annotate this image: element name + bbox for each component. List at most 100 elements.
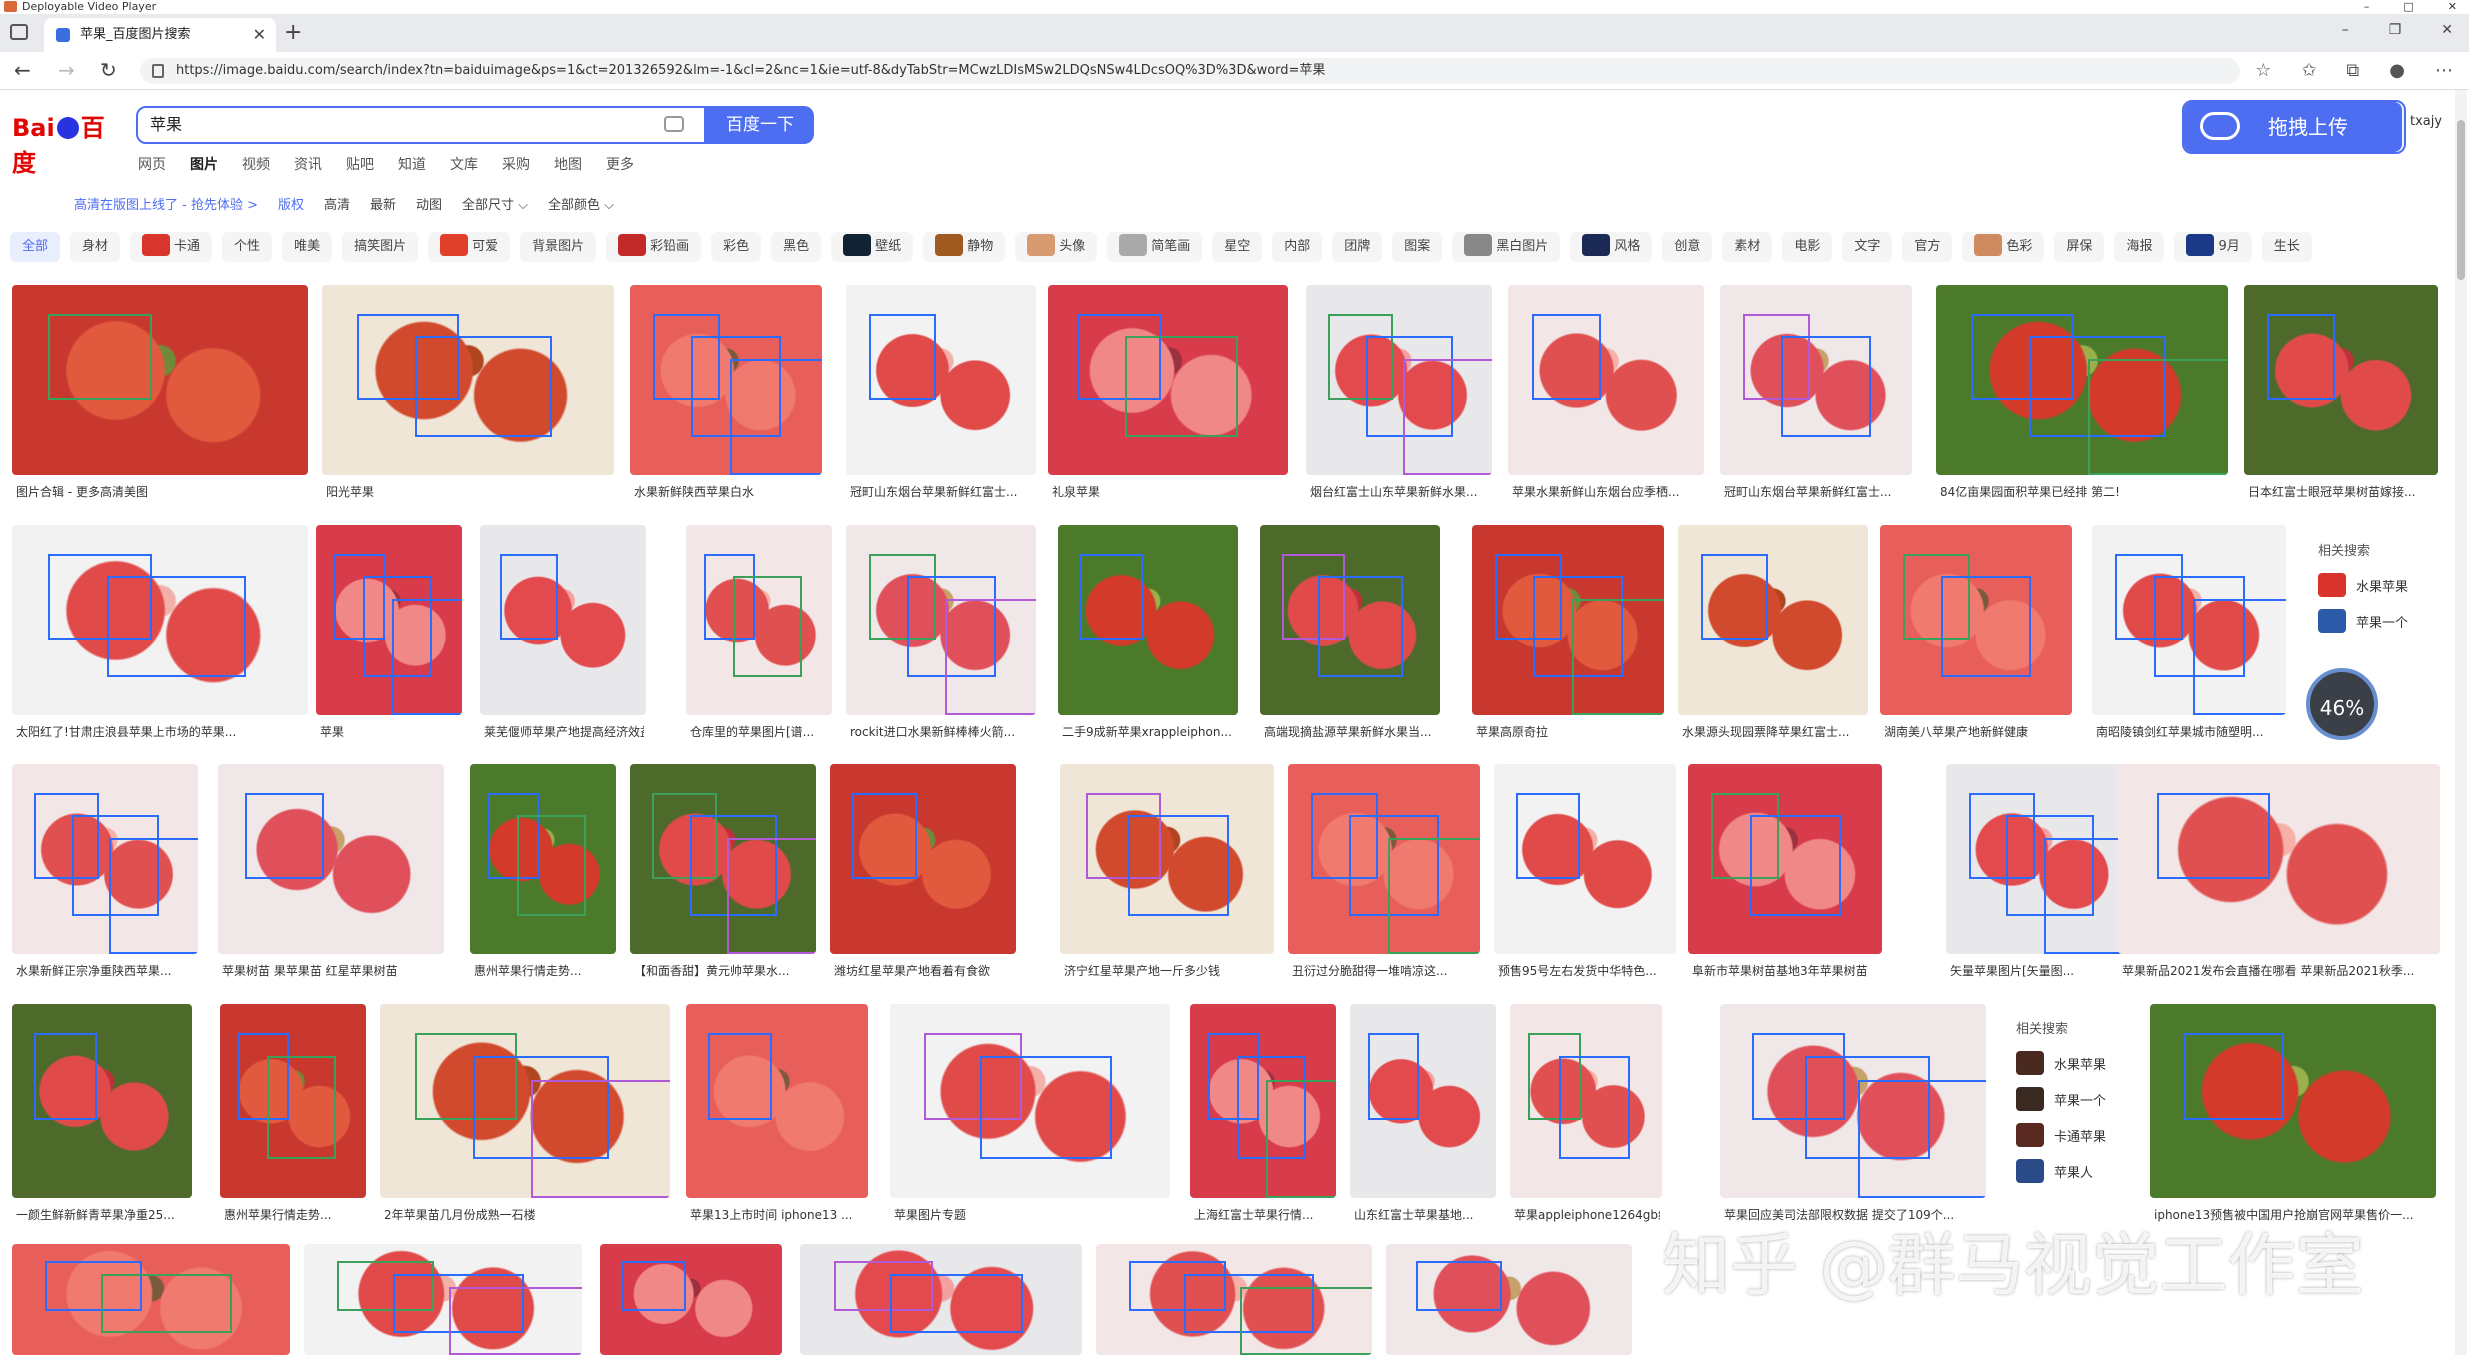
related-item[interactable]: 水果苹果 (2318, 567, 2408, 603)
filter-size[interactable]: 全部尺寸 ⌵ (462, 194, 528, 213)
result-thumbnail[interactable] (12, 525, 308, 715)
result-thumbnail[interactable] (1306, 285, 1492, 475)
tag-item[interactable]: 全部 (10, 232, 61, 262)
result-thumbnail[interactable] (12, 1004, 192, 1198)
result-thumbnail[interactable] (1688, 764, 1882, 954)
filter-color[interactable]: 全部颜色 ⌵ (548, 194, 614, 213)
result-caption[interactable]: 日本红富士眼冠苹果树苗嫁接... (2248, 483, 2436, 500)
result-thumbnail[interactable] (12, 764, 198, 954)
search-input[interactable]: 苹果 (136, 106, 706, 144)
result-thumbnail[interactable] (1096, 1244, 1372, 1355)
result-thumbnail[interactable] (12, 285, 308, 475)
tag-item[interactable]: 背景图片 (520, 232, 597, 262)
result-caption[interactable]: 惠州苹果行情走势... (474, 962, 614, 979)
result-thumbnail[interactable] (686, 525, 832, 715)
tag-item[interactable]: 搞笑图片 (342, 232, 419, 262)
result-thumbnail[interactable] (830, 764, 1016, 954)
nav-video[interactable]: 视频 (242, 154, 270, 174)
result-caption[interactable]: 南昭陵镇剑红苹果城市随塑明... (2096, 723, 2284, 740)
result-thumbnail[interactable] (1720, 1004, 1986, 1198)
favorites-icon[interactable]: ✩ (2301, 60, 2316, 81)
result-thumbnail[interactable] (890, 1004, 1170, 1198)
tag-item[interactable]: 图案 (1392, 232, 1443, 262)
result-caption[interactable]: 苹果新品2021发布会直播在哪看 苹果新品2021秋季... (2122, 962, 2438, 979)
new-tab-icon[interactable]: + (284, 20, 302, 45)
url-field[interactable]: https://image.baidu.com/search/index?tn=… (140, 58, 2240, 84)
related-item[interactable]: 卡通苹果 (2016, 1117, 2106, 1153)
result-caption[interactable]: 湖南美八苹果产地新鲜健康 (1884, 723, 2070, 740)
result-caption[interactable]: 图片合辑 - 更多高清美图 (16, 483, 306, 500)
filter-copyright[interactable]: 版权 (278, 194, 304, 213)
nav-zhidao[interactable]: 知道 (398, 154, 426, 174)
tag-item[interactable]: 9月 (2174, 232, 2252, 262)
tag-item[interactable]: 身材 (70, 232, 121, 262)
result-thumbnail[interactable] (686, 1004, 868, 1198)
result-thumbnail[interactable] (1946, 764, 2134, 954)
tag-item[interactable]: 头像 (1015, 232, 1098, 262)
result-caption[interactable]: 济宁红星苹果产地一斤多少钱 (1064, 962, 1272, 979)
profile-icon[interactable]: ● (2389, 60, 2405, 81)
forward-icon[interactable]: → (58, 58, 75, 82)
result-caption[interactable]: 水果新鲜正宗净重陕西苹果... (16, 962, 196, 979)
result-thumbnail[interactable] (630, 285, 822, 475)
result-thumbnail[interactable] (630, 764, 816, 954)
related-item[interactable]: 苹果一个 (2016, 1081, 2106, 1117)
tag-item[interactable]: 内部 (1272, 232, 1323, 262)
result-thumbnail[interactable] (304, 1244, 582, 1355)
maximize-button[interactable]: □ (2403, 0, 2413, 14)
result-caption[interactable]: 苹果appleiphone1264gb绿色... (1514, 1206, 1660, 1223)
tag-item[interactable]: 海报 (2114, 232, 2165, 262)
result-caption[interactable]: 苹果高原奇拉 (1476, 723, 1662, 740)
result-thumbnail[interactable] (12, 1244, 290, 1355)
result-thumbnail[interactable] (1678, 525, 1868, 715)
result-caption[interactable]: 阳光苹果 (326, 483, 612, 500)
tag-item[interactable]: 创意 (1662, 232, 1713, 262)
tag-item[interactable]: 壁纸 (831, 232, 914, 262)
browser-minimize-icon[interactable]: – (2342, 22, 2349, 38)
result-caption[interactable]: 礼泉苹果 (1052, 483, 1286, 500)
result-caption[interactable]: 苹果树苗 果苹果苗 红星苹果树苗 (222, 962, 442, 979)
nav-news[interactable]: 资讯 (294, 154, 322, 174)
nav-web[interactable]: 网页 (138, 154, 166, 174)
filter-hd[interactable]: 高清 (324, 194, 350, 213)
result-caption[interactable]: 预售95号左右发货中华特色... (1498, 962, 1674, 979)
tag-item[interactable]: 静物 (923, 232, 1006, 262)
result-caption[interactable]: 一颜生鲜新鲜青苹果净重25... (16, 1206, 190, 1223)
result-caption[interactable]: 冠町山东烟台苹果新鲜红富士... (850, 483, 1034, 500)
hd-promo-link[interactable]: 高清在版图上线了 - 抢先体验 > (74, 194, 258, 213)
result-thumbnail[interactable] (1510, 1004, 1662, 1198)
tag-item[interactable]: 黑色 (771, 232, 822, 262)
username[interactable]: txajy (2410, 114, 2442, 129)
result-thumbnail[interactable] (1386, 1244, 1632, 1355)
tag-item[interactable]: 可爱 (428, 232, 511, 262)
minimize-button[interactable]: – (2364, 0, 2370, 14)
result-caption[interactable]: 苹果图片专题 (894, 1206, 1168, 1223)
browser-restore-icon[interactable]: ❐ (2389, 22, 2402, 38)
tag-item[interactable]: 素材 (1722, 232, 1773, 262)
result-thumbnail[interactable] (1936, 285, 2228, 475)
baidu-logo[interactable]: Bai 百度 (12, 108, 118, 177)
nav-tieba[interactable]: 贴吧 (346, 154, 374, 174)
result-thumbnail[interactable] (2118, 764, 2440, 954)
nav-more[interactable]: 更多 (606, 154, 634, 174)
tag-item[interactable]: 个性 (222, 232, 273, 262)
result-thumbnail[interactable] (800, 1244, 1082, 1355)
result-thumbnail[interactable] (1058, 525, 1238, 715)
result-thumbnail[interactable] (2092, 525, 2286, 715)
result-caption[interactable]: 2年苹果苗几月份成熟一石楼 (384, 1206, 668, 1223)
scrollbar[interactable] (2455, 90, 2467, 1355)
result-thumbnail[interactable] (1880, 525, 2072, 715)
tag-item[interactable]: 风格 (1570, 232, 1653, 262)
tag-item[interactable]: 电影 (1782, 232, 1833, 262)
nav-images[interactable]: 图片 (190, 154, 218, 174)
search-button[interactable]: 百度一下 (706, 106, 814, 144)
result-caption[interactable]: 苹果水果新鲜山东烟台应季栖... (1512, 483, 1702, 500)
tag-item[interactable]: 团牌 (1332, 232, 1383, 262)
result-thumbnail[interactable] (322, 285, 614, 475)
result-thumbnail[interactable] (846, 285, 1036, 475)
collections-icon[interactable]: ⧉ (2346, 60, 2359, 81)
result-thumbnail[interactable] (2150, 1004, 2436, 1198)
more-icon[interactable]: ⋯ (2435, 60, 2453, 81)
result-caption[interactable]: 潍坊红星苹果产地看着有食欲 (834, 962, 1014, 979)
tag-item[interactable]: 黑白图片 (1452, 232, 1561, 262)
